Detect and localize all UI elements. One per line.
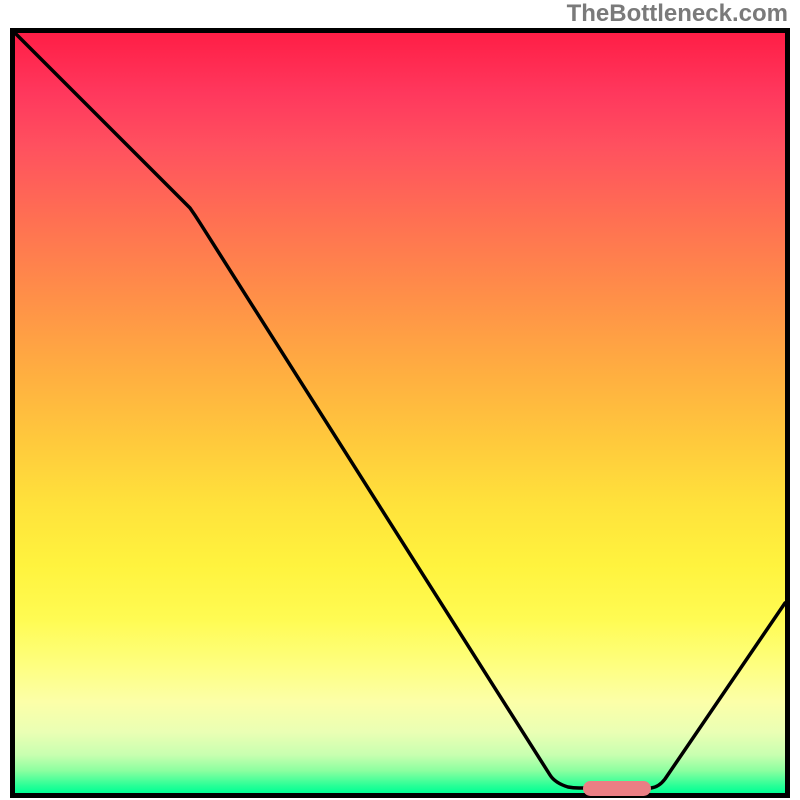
optimal-range-marker xyxy=(583,781,651,796)
bottleneck-curve xyxy=(15,33,785,788)
attribution-text: TheBottleneck.com xyxy=(567,0,788,28)
chart-frame xyxy=(10,28,790,798)
curve-svg xyxy=(15,33,785,793)
